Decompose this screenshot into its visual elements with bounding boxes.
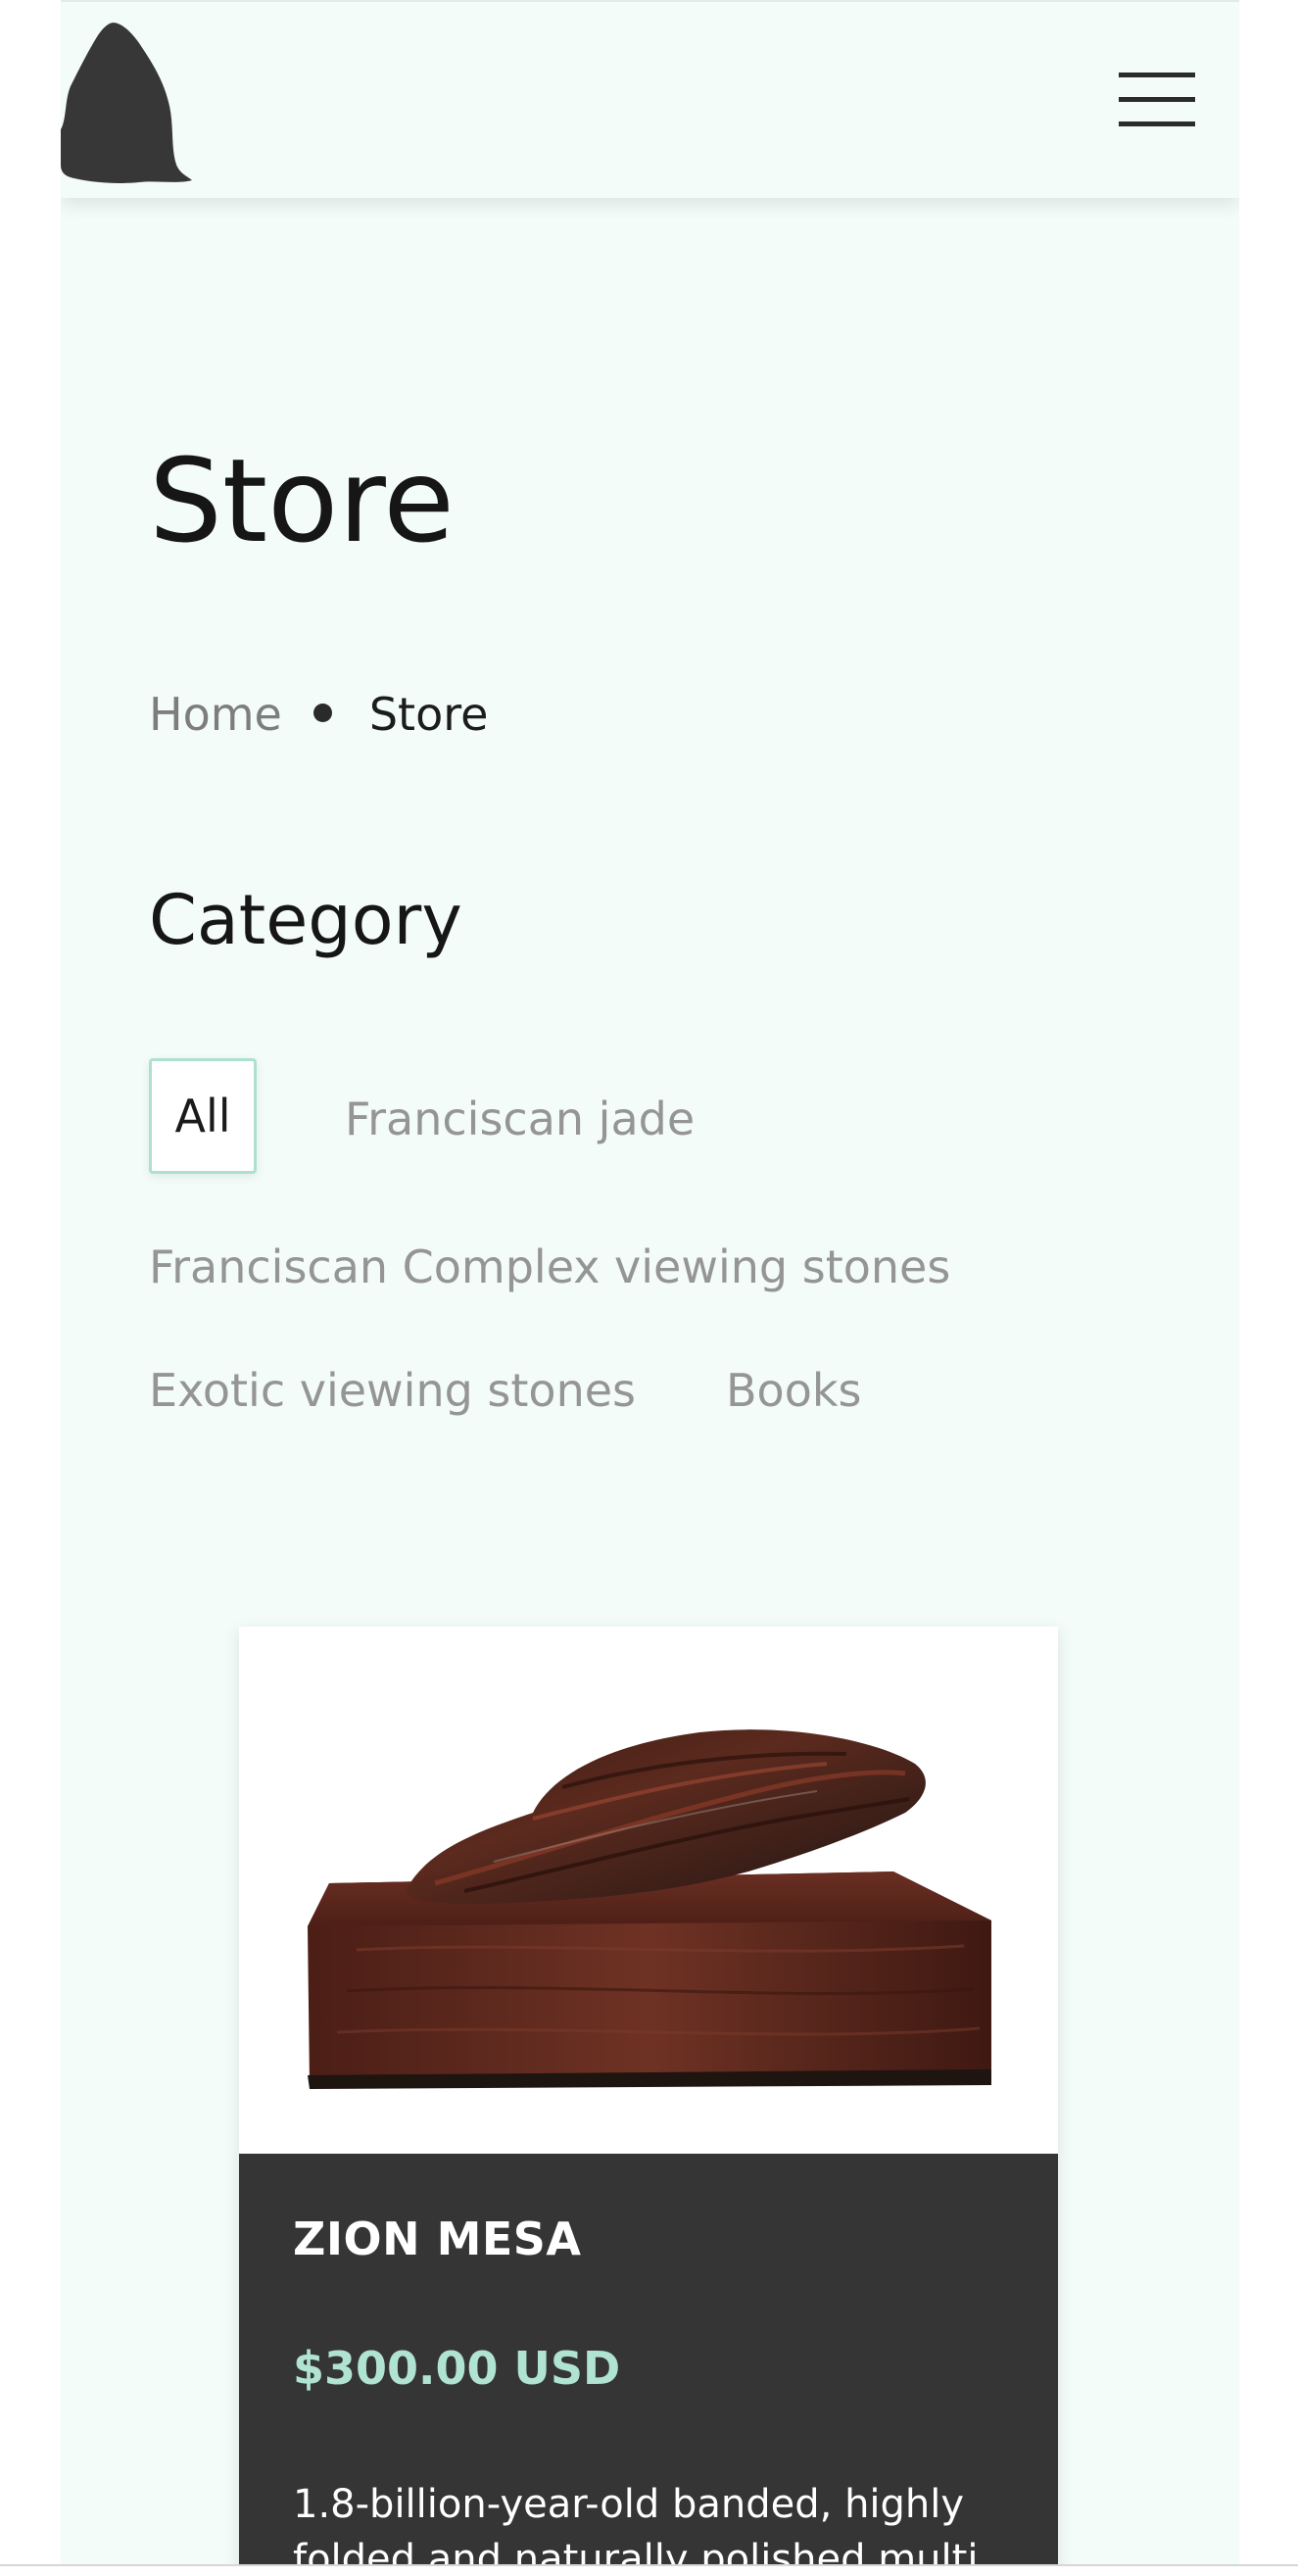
hamburger-menu-icon-line <box>1119 122 1195 126</box>
hamburger-menu-button[interactable] <box>1119 73 1195 127</box>
page: Store Home Store Category All Franciscan … <box>61 0 1239 2574</box>
breadcrumb: Home Store <box>149 692 488 737</box>
category-filter-franciscan-jade[interactable]: Franciscan jade <box>345 1096 695 1142</box>
product-card[interactable] <box>239 1627 1058 2574</box>
product-name[interactable]: ZION MESA <box>293 2216 582 2261</box>
category-heading: Category <box>149 880 462 960</box>
category-filter-franciscan-complex-viewing-stones[interactable]: Franciscan Complex viewing stones <box>149 1244 950 1289</box>
product-price: $300.00 USD <box>293 2342 621 2395</box>
breadcrumb-current: Store <box>368 688 489 741</box>
category-filter-books[interactable]: Books <box>726 1368 861 1413</box>
navbar <box>61 0 1239 198</box>
product-description: 1.8-billion-year-old banded, highly fold… <box>293 2482 979 2574</box>
category-filter-exotic-viewing-stones[interactable]: Exotic viewing stones <box>149 1368 636 1413</box>
viewing-stone-on-wooden-stand-image <box>308 1729 991 2089</box>
stone-logo-icon <box>61 23 192 183</box>
breadcrumb-home-link[interactable]: Home <box>149 688 282 741</box>
logo-link[interactable] <box>61 22 192 184</box>
hamburger-menu-icon <box>1119 73 1195 77</box>
viewport-bottom-edge <box>0 2564 1298 2576</box>
category-filter-all[interactable]: All <box>149 1058 257 1174</box>
breadcrumb-separator-dot <box>312 704 332 722</box>
product-image[interactable] <box>239 1627 1058 2154</box>
hamburger-menu-icon-line <box>1119 97 1195 102</box>
page-title: Store <box>149 433 455 568</box>
